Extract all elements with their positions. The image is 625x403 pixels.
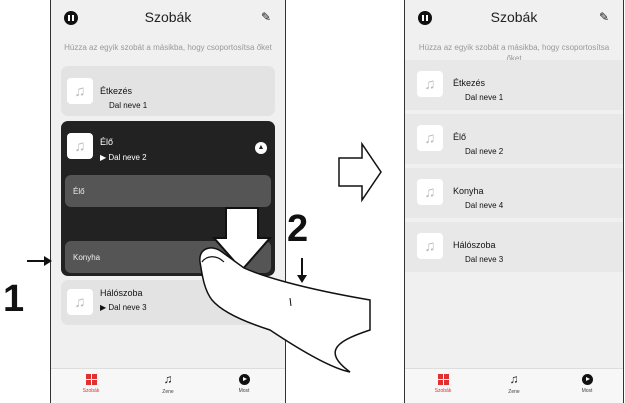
tab-rooms[interactable]: Szobák (413, 369, 473, 394)
finger-icon (199, 247, 371, 373)
tab-label: Zene (508, 389, 520, 395)
room-name: Hálószoba (453, 240, 496, 250)
room-card[interactable]: ♫ Élő Dal neve 2 (405, 114, 623, 164)
room-card[interactable]: ♫ Konyha Dal neve 4 (405, 168, 623, 218)
tab-label: Szobák (434, 388, 452, 394)
tab-bar: Szobák ♫ Zene Most (405, 368, 623, 403)
room-name: Élő (453, 132, 467, 142)
music-note-icon: ♫ (417, 71, 443, 97)
room-name: Étkezés (453, 78, 486, 88)
edit-icon[interactable]: ✎ (599, 10, 609, 24)
song-name: Dal neve 3 (465, 255, 504, 264)
tab-now-playing[interactable]: Most (557, 369, 617, 394)
phone-after: Szobák ✎ Húzza az egyik szobát a másikba… (404, 0, 624, 403)
room-card[interactable]: ♫ Hálószoba Dal neve 3 (405, 222, 623, 272)
transition-arrow-icon (338, 141, 382, 203)
tab-music[interactable]: ♫ Zene (484, 369, 544, 396)
music-note-icon: ♫ (417, 125, 443, 151)
room-card[interactable]: ♫ Étkezés Dal neve 1 (405, 60, 623, 110)
music-note-icon: ♫ (417, 233, 443, 259)
music-note-icon: ♫ (417, 179, 443, 205)
room-name: Konyha (453, 186, 484, 196)
pointer-arrow-icon (27, 256, 52, 266)
song-name: Dal neve 1 (465, 93, 504, 102)
rooms-grid-icon (437, 374, 449, 385)
song-name: Dal neve 2 (465, 147, 504, 156)
step2-arrow-icon (297, 258, 307, 283)
tab-label: Most (581, 388, 593, 394)
step-1-callout: 1 (3, 278, 25, 320)
top-bar: Szobák ✎ (405, 0, 623, 36)
now-playing-icon (581, 374, 593, 385)
music-note-icon: ♫ (509, 372, 519, 386)
step-2-callout: 2 (287, 208, 309, 250)
song-name: Dal neve 4 (465, 201, 504, 210)
page-title: Szobák (490, 9, 538, 25)
